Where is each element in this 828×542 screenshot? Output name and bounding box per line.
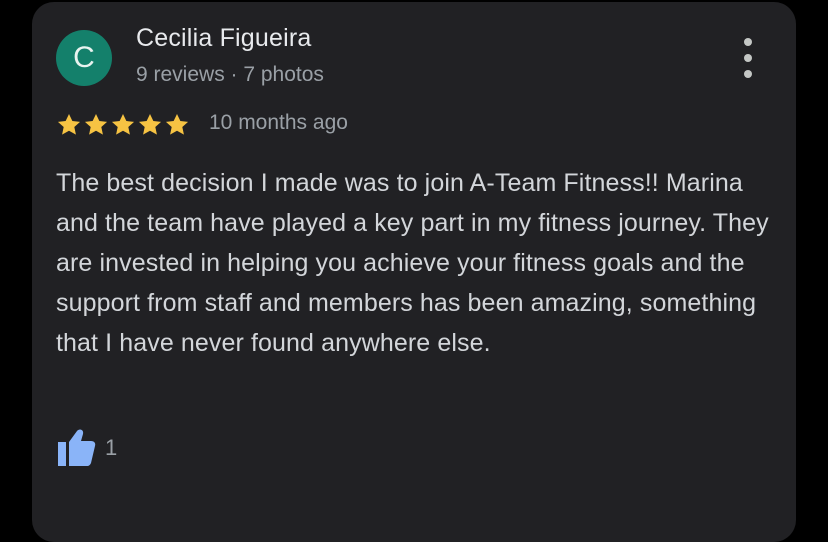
review-text: The best decision I made was to join A-T… [56, 169, 769, 357]
star-icon [57, 113, 81, 135]
star-rating [56, 112, 190, 138]
review-time: 10 months ago [209, 111, 348, 134]
star-icon [138, 113, 162, 135]
star-icon [111, 113, 135, 135]
star-icon [84, 113, 108, 135]
avatar-initial: C [73, 41, 95, 74]
star-icon [165, 113, 189, 135]
like-count: 1 [105, 435, 118, 460]
reviewer-stats: 9 reviews · 7 photos [136, 63, 324, 86]
more-vert-icon[interactable] [736, 38, 760, 78]
thumbs-up-icon[interactable] [56, 428, 96, 466]
avatar[interactable]: C [56, 30, 112, 86]
reviewer-name[interactable]: Cecilia Figueira [136, 24, 312, 53]
